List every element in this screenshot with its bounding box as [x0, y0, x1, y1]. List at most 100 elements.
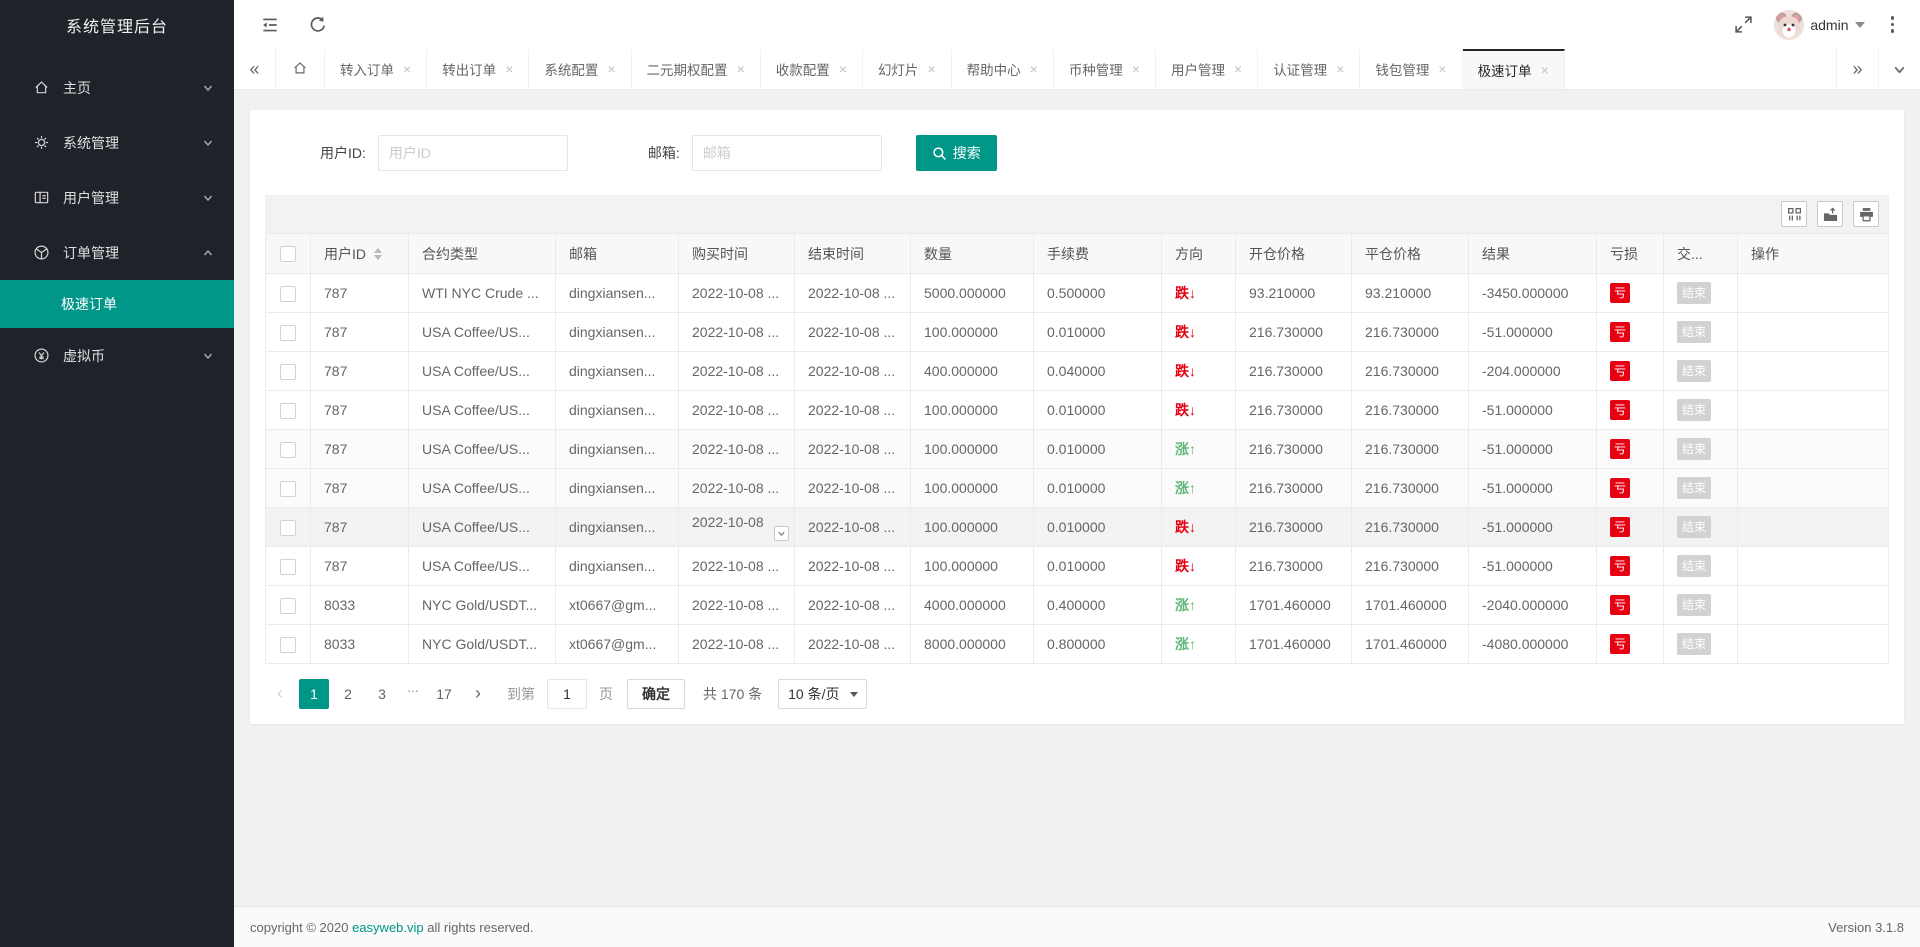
loss-badge: 亏	[1610, 634, 1630, 654]
tab-close-icon[interactable]: ×	[403, 61, 411, 77]
tab-3[interactable]: 系统配置 ×	[529, 49, 631, 89]
tab-12[interactable]: 极速订单 ×	[1463, 49, 1565, 89]
tab-close-icon[interactable]: ×	[505, 61, 513, 77]
refresh-icon[interactable]	[308, 15, 328, 35]
row-checkbox[interactable]	[280, 481, 296, 497]
row-checkbox[interactable]	[280, 403, 296, 419]
actions-cell	[1738, 508, 1889, 547]
fee-cell: 0.010000	[1034, 391, 1162, 430]
direction-down-label: 跌↓	[1175, 285, 1196, 301]
print-button[interactable]	[1853, 201, 1879, 227]
search-button[interactable]: 搜索	[916, 135, 997, 171]
loss-badge: 亏	[1610, 478, 1630, 498]
loss-cell: 亏	[1597, 469, 1664, 508]
fee-cell: 0.040000	[1034, 352, 1162, 391]
row-checkbox[interactable]	[280, 598, 296, 614]
more-vertical-icon[interactable]	[1885, 14, 1901, 35]
tab-2[interactable]: 转出订单 ×	[427, 49, 529, 89]
close_price-cell: 216.730000	[1352, 352, 1469, 391]
tab-home[interactable]	[276, 49, 325, 89]
tab-6[interactable]: 幻灯片 ×	[863, 49, 952, 89]
select-all-checkbox[interactable]	[280, 246, 296, 262]
tab-label: 转出订单	[442, 59, 496, 79]
tab-5[interactable]: 收款配置 ×	[761, 49, 863, 89]
result-cell: -51.000000	[1469, 469, 1597, 508]
page-button-17[interactable]: 17	[429, 679, 459, 709]
tabs-dropdown-button[interactable]	[1878, 49, 1920, 89]
email-input[interactable]	[692, 135, 882, 171]
loss-badge: 亏	[1610, 595, 1630, 615]
tab-8[interactable]: 币种管理 ×	[1054, 49, 1156, 89]
row-checkbox[interactable]	[280, 325, 296, 341]
row-checkbox[interactable]	[280, 442, 296, 458]
tab-close-icon[interactable]: ×	[1030, 61, 1038, 77]
tab-label: 转入订单	[340, 59, 394, 79]
tab-9[interactable]: 用户管理 ×	[1156, 49, 1258, 89]
page-next-button[interactable]: ›	[463, 679, 493, 709]
columns-toggle-button[interactable]	[1781, 201, 1807, 227]
export-button[interactable]	[1817, 201, 1843, 227]
email-cell: dingxiansen...	[556, 469, 679, 508]
buy-time-cell: 2022-10-08 ...	[679, 274, 795, 313]
trade-status-cell: 结束	[1664, 274, 1738, 313]
sidebar-item-home[interactable]: 主页	[0, 60, 234, 115]
columns-icon	[1787, 207, 1802, 222]
tabs-scroll-right-button[interactable]: »	[1836, 49, 1878, 89]
user-menu[interactable]: admin	[1774, 10, 1864, 40]
fullscreen-icon[interactable]	[1734, 15, 1754, 35]
tab-close-icon[interactable]: ×	[1438, 61, 1446, 77]
contract-cell: USA Coffee/US...	[409, 430, 556, 469]
tab-close-icon[interactable]: ×	[607, 61, 615, 77]
tab-close-icon[interactable]: ×	[1336, 61, 1344, 77]
column-header-quantity: 数量	[911, 234, 1034, 274]
row-checkbox[interactable]	[280, 286, 296, 302]
tab-11[interactable]: 钱包管理 ×	[1360, 49, 1462, 89]
tab-close-icon[interactable]: ×	[1132, 61, 1140, 77]
page-prev-button[interactable]: ‹	[265, 679, 295, 709]
goto-confirm-button[interactable]: 确定	[627, 679, 685, 709]
tab-label: 系统配置	[544, 59, 598, 79]
direction-cell: 涨↑	[1162, 586, 1236, 625]
loss-cell: 亏	[1597, 508, 1664, 547]
tab-10[interactable]: 认证管理 ×	[1258, 49, 1360, 89]
row-checkbox[interactable]	[280, 559, 296, 575]
row-select-cell	[266, 508, 311, 547]
quantity-cell: 5000.000000	[911, 274, 1034, 313]
page-size-select[interactable]: 10 条/页	[778, 679, 867, 709]
expand-hint-button[interactable]	[774, 526, 789, 541]
sidebar: 系统管理后台 主页 系统管理 用户管理 订单管理 极速订单 虚拟币	[0, 0, 234, 947]
status-badge: 结束	[1677, 438, 1711, 460]
sort-icon[interactable]	[374, 248, 382, 260]
tab-close-icon[interactable]: ×	[927, 61, 935, 77]
tab-close-icon[interactable]: ×	[737, 61, 745, 77]
row-checkbox[interactable]	[280, 364, 296, 380]
row-checkbox[interactable]	[280, 637, 296, 653]
sidebar-item-users[interactable]: 用户管理	[0, 170, 234, 225]
sidebar-item-system[interactable]: 系统管理	[0, 115, 234, 170]
tab-7[interactable]: 帮助中心 ×	[952, 49, 1054, 89]
tab-close-icon[interactable]: ×	[1234, 61, 1242, 77]
sidebar-item-orders[interactable]: 订单管理	[0, 225, 234, 280]
tab-4[interactable]: 二元期权配置 ×	[632, 49, 761, 89]
direction-cell: 涨↑	[1162, 469, 1236, 508]
tabs-scroll-left-button[interactable]: «	[234, 49, 276, 89]
avatar[interactable]	[1774, 10, 1804, 40]
sidebar-item-fast-orders[interactable]: 极速订单	[0, 280, 234, 328]
page-button-2[interactable]: 2	[333, 679, 363, 709]
tab-1[interactable]: 转入订单 ×	[325, 49, 427, 89]
sidebar-item-virtual-coin[interactable]: 虚拟币	[0, 328, 234, 383]
actions-cell	[1738, 469, 1889, 508]
collapse-menu-icon[interactable]	[260, 15, 280, 35]
goto-page-input[interactable]	[547, 679, 587, 709]
page-button-1[interactable]: 1	[299, 679, 329, 709]
tab-close-icon[interactable]: ×	[1541, 62, 1549, 78]
close_price-cell: 216.730000	[1352, 547, 1469, 586]
easyweb-link[interactable]: easyweb.vip	[352, 920, 424, 935]
quantity-cell: 100.000000	[911, 508, 1034, 547]
row-checkbox[interactable]	[280, 520, 296, 536]
tab-close-icon[interactable]: ×	[839, 61, 847, 77]
user-id-input[interactable]	[378, 135, 568, 171]
direction-down-label: 跌↓	[1175, 324, 1196, 340]
page-button-3[interactable]: 3	[367, 679, 397, 709]
direction-cell: 跌↓	[1162, 274, 1236, 313]
